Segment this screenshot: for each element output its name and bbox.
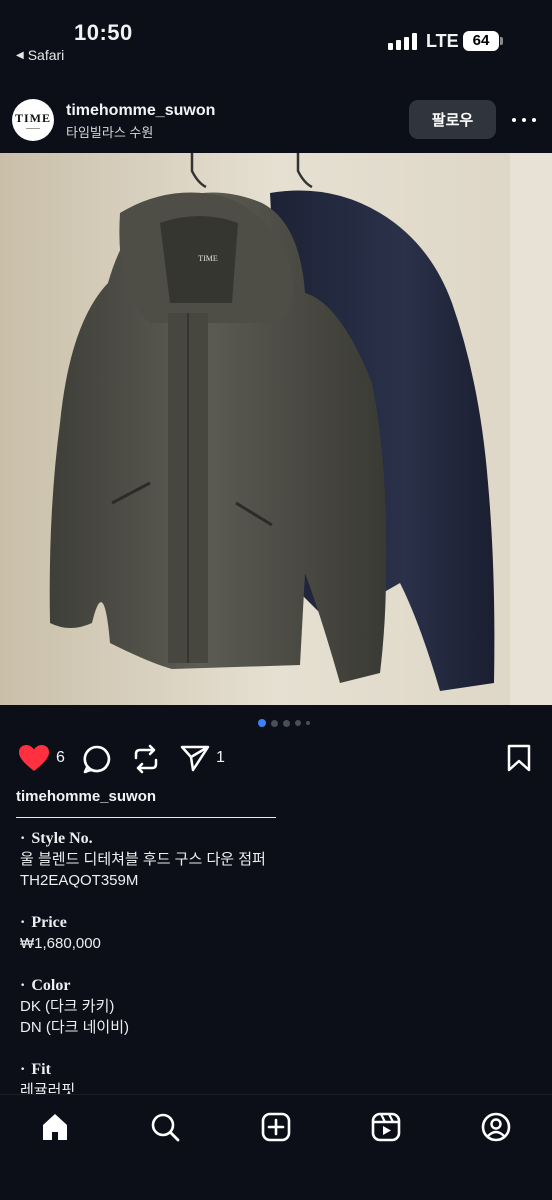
caption-divider bbox=[16, 817, 276, 818]
follow-button[interactable]: 팔로우 bbox=[409, 100, 496, 139]
battery-icon: 64 bbox=[463, 31, 499, 51]
carousel-dot bbox=[283, 719, 290, 727]
caption-line: DN (다크 네이비) bbox=[20, 1019, 129, 1036]
caption-section-color: · Color DK (다크 카키) DN (다크 네이비) bbox=[20, 975, 540, 1038]
post-caption: · Style No. 울 블렌드 디테쳐블 후드 구스 다운 점퍼 TH2EAQ… bbox=[20, 828, 540, 1096]
back-arrow-icon: ◀ bbox=[16, 49, 24, 61]
post-actions: 6 1 bbox=[0, 738, 552, 780]
share-button[interactable]: 1 bbox=[180, 744, 225, 772]
repost-icon bbox=[134, 744, 158, 774]
like-count: 6 bbox=[56, 749, 65, 766]
post-location[interactable]: 타임빌라스 수원 bbox=[66, 122, 153, 141]
svg-text:TIME: TIME bbox=[198, 254, 218, 263]
jackets-photo: TIME bbox=[0, 153, 552, 705]
nav-create[interactable] bbox=[258, 1109, 294, 1145]
create-icon bbox=[261, 1112, 291, 1142]
post-image[interactable]: TIME bbox=[0, 153, 552, 705]
save-button[interactable] bbox=[507, 744, 531, 772]
caption-line: TH2EAQOT359M bbox=[20, 872, 139, 889]
avatar-logo-underline bbox=[26, 128, 40, 129]
home-icon bbox=[43, 1114, 67, 1140]
send-icon bbox=[180, 745, 210, 772]
battery-cap bbox=[500, 37, 503, 45]
carousel-dot bbox=[271, 719, 278, 727]
post-username[interactable]: timehomme_suwon bbox=[66, 102, 215, 120]
bookmark-icon bbox=[507, 744, 531, 772]
like-button[interactable]: 6 bbox=[18, 744, 65, 772]
nav-home[interactable] bbox=[37, 1109, 73, 1145]
avatar[interactable]: TIME bbox=[12, 99, 54, 141]
network-label: LTE bbox=[426, 31, 459, 51]
signal-icon bbox=[388, 32, 417, 50]
caption-section-style: · Style No. 울 블렌드 디테쳐블 후드 구스 다운 점퍼 TH2EAQ… bbox=[20, 828, 540, 891]
back-app-label: Safari bbox=[27, 47, 65, 63]
section-title: Price bbox=[31, 914, 67, 931]
status-bar: 10:50 ◀ Safari LTE 64 bbox=[0, 0, 552, 92]
profile-icon bbox=[481, 1112, 511, 1142]
caption-line: ₩1,680,000 bbox=[20, 935, 101, 952]
comment-icon bbox=[83, 745, 111, 774]
caption-section-fit: · Fit 레귤러핏 bbox=[20, 1059, 540, 1096]
caption-username[interactable]: timehomme_suwon bbox=[16, 788, 156, 805]
carousel-dot bbox=[258, 719, 266, 727]
comment-button[interactable] bbox=[82, 744, 112, 774]
caption-line: DK (다크 카키) bbox=[20, 998, 115, 1015]
share-count: 1 bbox=[216, 749, 225, 766]
caption-section-price: · Price ₩1,680,000 bbox=[20, 912, 540, 954]
carousel-dot bbox=[306, 721, 310, 725]
heart-icon bbox=[19, 745, 49, 771]
repost-button[interactable] bbox=[132, 744, 160, 774]
caption-line: 울 블렌드 디테쳐블 후드 구스 다운 점퍼 bbox=[20, 851, 266, 868]
section-title: Style No. bbox=[31, 830, 93, 847]
bottom-navigation bbox=[0, 1094, 552, 1200]
post-header: TIME timehomme_suwon 타임빌라스 수원 팔로우 bbox=[0, 92, 552, 152]
back-to-app-link[interactable]: ◀ Safari bbox=[16, 47, 64, 63]
status-time: 10:50 bbox=[74, 20, 133, 45]
nav-reels[interactable] bbox=[368, 1109, 404, 1145]
reels-icon bbox=[371, 1112, 401, 1142]
carousel-indicator bbox=[258, 719, 310, 727]
search-icon bbox=[151, 1113, 180, 1142]
more-options-icon[interactable] bbox=[512, 110, 536, 130]
section-title: Fit bbox=[31, 1061, 51, 1078]
nav-profile[interactable] bbox=[478, 1109, 514, 1145]
nav-search[interactable] bbox=[147, 1109, 183, 1145]
section-title: Color bbox=[31, 977, 71, 994]
avatar-logo: TIME bbox=[14, 111, 51, 125]
carousel-dot bbox=[295, 720, 301, 726]
